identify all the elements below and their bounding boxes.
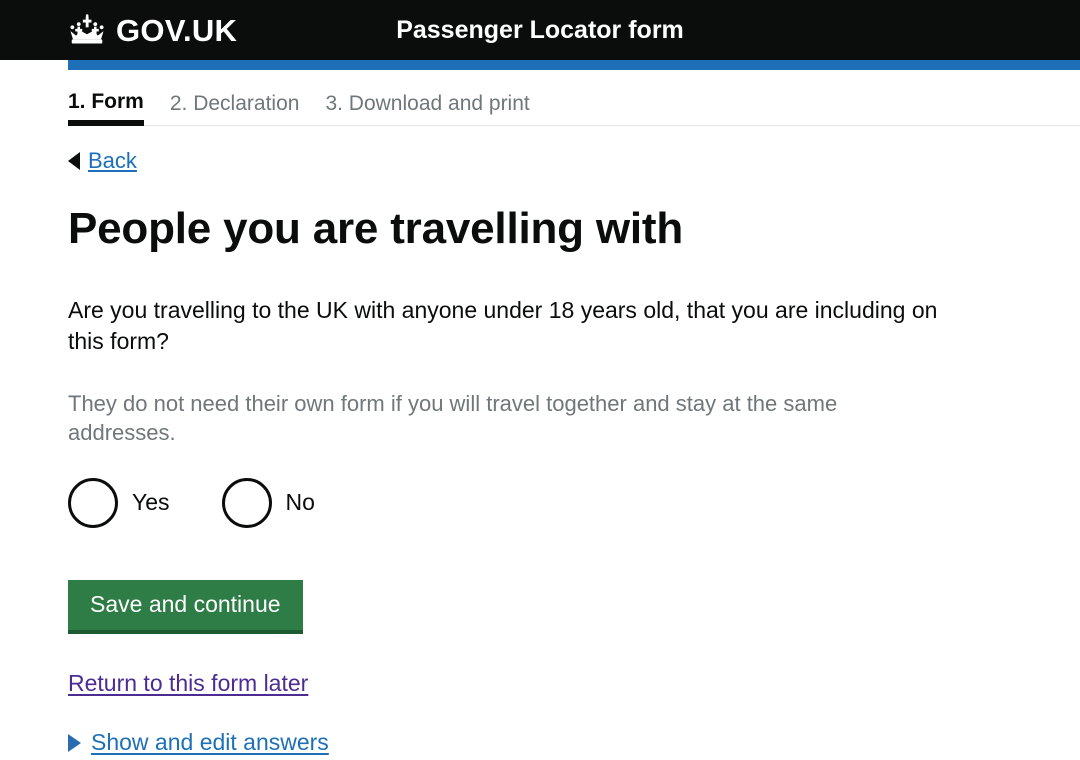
return-to-form-later-link[interactable]: Return to this form later <box>68 670 308 697</box>
tab-download-and-print[interactable]: 3. Download and print <box>325 92 529 125</box>
site-header: GOV.UK Passenger Locator form <box>0 0 1080 60</box>
triangle-left-icon <box>68 152 80 170</box>
header-accent-bar <box>68 60 1080 70</box>
radio-circle-no[interactable] <box>221 477 272 528</box>
main-content: Back People you are travelling with Are … <box>0 126 1080 756</box>
radio-circle-yes[interactable] <box>68 477 118 528</box>
back-link-label: Back <box>88 148 137 173</box>
show-and-edit-answers-disclosure[interactable]: Show and edit answers <box>68 729 1040 756</box>
show-and-edit-answers-label: Show and edit answers <box>91 729 329 756</box>
radio-group: Yes No <box>68 477 1040 528</box>
progress-tabs-container: 1. Form 2. Declaration 3. Download and p… <box>0 70 1080 126</box>
govuk-brand[interactable]: GOV.UK <box>0 13 237 47</box>
tab-declaration[interactable]: 2. Declaration <box>170 92 300 125</box>
save-and-continue-button[interactable]: Save and continue <box>68 579 303 635</box>
radio-label-no: No <box>285 489 315 516</box>
hint-text: They do not need their own form if you w… <box>68 390 838 446</box>
crown-icon <box>66 13 108 47</box>
tab-form[interactable]: 1. Form <box>68 90 144 126</box>
govuk-wordmark: GOV.UK <box>116 12 238 48</box>
question-text: Are you travelling to the UK with anyone… <box>68 297 938 354</box>
return-link-row: Return to this form later <box>68 634 1040 697</box>
back-link[interactable]: Back <box>68 148 137 174</box>
radio-option-no[interactable]: No <box>221 477 315 528</box>
radio-label-yes: Yes <box>132 489 170 516</box>
radio-option-yes[interactable]: Yes <box>68 477 170 528</box>
triangle-right-icon <box>68 733 81 752</box>
progress-tabs: 1. Form 2. Declaration 3. Download and p… <box>68 90 1080 126</box>
page-title: People you are travelling with <box>68 204 684 253</box>
